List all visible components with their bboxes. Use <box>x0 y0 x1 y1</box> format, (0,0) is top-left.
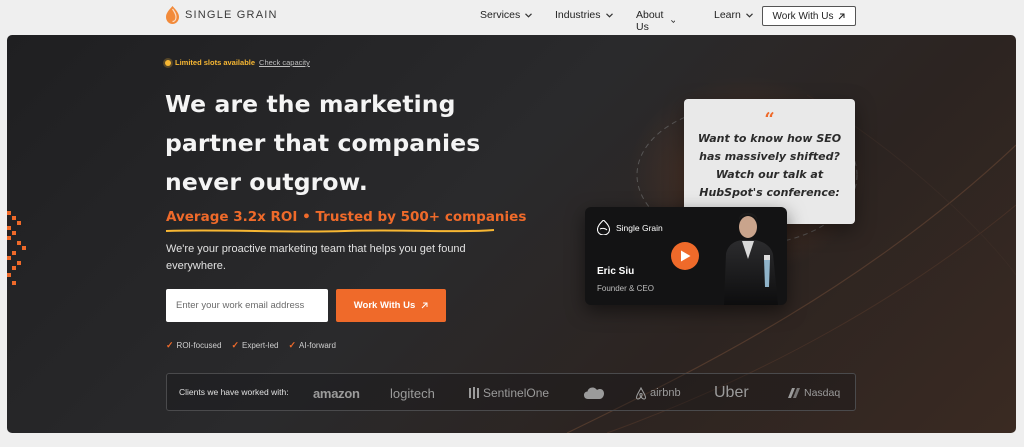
check-label: ROI-focused <box>176 341 222 350</box>
client-logo-nasdaq: Nasdaq <box>787 374 840 412</box>
subtext-line: We're your proactive marketing team that… <box>166 243 466 255</box>
check-item: ✓ AI-forward <box>288 340 335 351</box>
check-label: AI-forward <box>299 341 336 350</box>
check-icon: ✓ <box>288 340 297 350</box>
video-brand-label: Single Grain <box>616 222 663 233</box>
brand-logo[interactable]: SINGLE GRAIN <box>166 6 278 24</box>
client-logo-label: SentinelOne <box>483 386 550 400</box>
check-capacity-link[interactable]: Check capacity <box>259 58 310 67</box>
video-brand: Single Grain <box>597 220 663 235</box>
availability-badge: Limited slots available Check capacity <box>165 58 310 67</box>
chevron-down-icon <box>745 12 753 18</box>
nav-item-label: Services <box>480 9 521 21</box>
work-with-us-hero-button[interactable]: Work With Us <box>336 289 446 322</box>
arrow-up-right-icon <box>839 13 845 19</box>
chevron-down-icon <box>670 19 676 23</box>
quote-line: has massively shifted? <box>699 150 840 163</box>
quote-text: Want to know how SEO has massively shift… <box>692 130 847 202</box>
clients-bar: Clients we have worked with: amazon logi… <box>166 373 856 411</box>
check-item: ✓ Expert-led <box>231 340 278 351</box>
client-logo-salesforce <box>583 374 605 412</box>
hero-tagline: Average 3.2x ROI • Trusted by 500+ compa… <box>166 209 527 225</box>
hero-section: Limited slots available Check capacity W… <box>7 35 1016 433</box>
quote-mark-icon: “ <box>764 109 775 130</box>
button-label: Work With Us <box>353 300 416 311</box>
grain-logo-icon <box>597 220 610 235</box>
button-label: Work With Us <box>772 10 834 22</box>
play-button[interactable] <box>671 242 699 270</box>
nav-item-label: About Us <box>636 9 664 33</box>
headline-line: We are the marketing <box>165 90 456 118</box>
nav-item-label: Learn <box>714 9 741 21</box>
quote-card[interactable]: “ Want to know how SEO has massively shi… <box>684 99 855 224</box>
video-card[interactable]: Single Grain Eric Siu Founder & CEO <box>585 207 787 305</box>
chevron-down-icon <box>605 12 613 18</box>
badge-text: Limited slots available <box>175 58 256 67</box>
nav-item-label: Industries <box>555 9 601 21</box>
play-icon <box>680 250 690 262</box>
tagline-underline <box>165 229 495 233</box>
check-label: Expert-led <box>242 341 279 350</box>
work-email-input[interactable] <box>166 289 328 322</box>
check-icon: ✓ <box>231 340 239 350</box>
nasdaq-mark-icon <box>788 388 800 398</box>
client-logo-logitech: logitech <box>390 385 435 401</box>
hero-headline: We are the marketing partner that compan… <box>165 85 495 202</box>
subtext-line: everywhere. <box>166 260 226 272</box>
hero-subtext: We're your proactive marketing team that… <box>166 241 486 275</box>
feature-checks: ✓ ROI-focused ✓ Expert-led ✓ AI-forward <box>166 340 336 351</box>
speaker-role: Founder & CEO <box>597 284 654 293</box>
quote-line: HubSpot's conference: <box>699 186 840 199</box>
status-dot-icon <box>165 59 171 66</box>
client-logo-amazon: amazon <box>313 385 360 401</box>
client-logo-label: Nasdaq <box>804 387 841 399</box>
sentinelone-mark-icon <box>469 387 479 399</box>
arrow-up-right-icon <box>421 302 428 309</box>
nav-item-services[interactable]: Services <box>480 9 533 21</box>
grain-logo-icon <box>166 6 179 24</box>
quote-line: Watch our talk at <box>715 168 824 181</box>
airbnb-mark-icon <box>635 386 647 400</box>
headline-line: never outgrow. <box>165 168 368 196</box>
salesforce-cloud-icon <box>584 387 604 399</box>
client-logo-airbnb: airbnb <box>635 374 681 412</box>
speaker-photo <box>724 212 778 305</box>
quote-line: Want to know how SEO <box>697 132 842 145</box>
client-logo-sentinelone: SentinelOne <box>468 374 549 412</box>
client-logo-label: airbnb <box>650 387 681 399</box>
clients-label: Clients we have worked with: <box>179 387 289 397</box>
pixel-decoration <box>7 211 26 285</box>
nav-item-industries[interactable]: Industries <box>555 9 613 21</box>
work-with-us-nav-button[interactable]: Work With Us <box>762 6 856 26</box>
check-icon: ✓ <box>166 340 174 350</box>
speaker-name: Eric Siu <box>597 266 635 277</box>
headline-line: partner that companies <box>165 129 481 157</box>
top-nav: SINGLE GRAIN Services Industries About U… <box>0 0 1024 33</box>
check-item: ✓ ROI-focused <box>166 340 221 351</box>
chevron-down-icon <box>525 12 533 18</box>
nav-item-learn[interactable]: Learn <box>714 9 753 21</box>
client-logo-uber: Uber <box>714 384 749 401</box>
nav-item-about-us[interactable]: About Us <box>636 9 676 33</box>
brand-name: SINGLE GRAIN <box>185 9 278 21</box>
